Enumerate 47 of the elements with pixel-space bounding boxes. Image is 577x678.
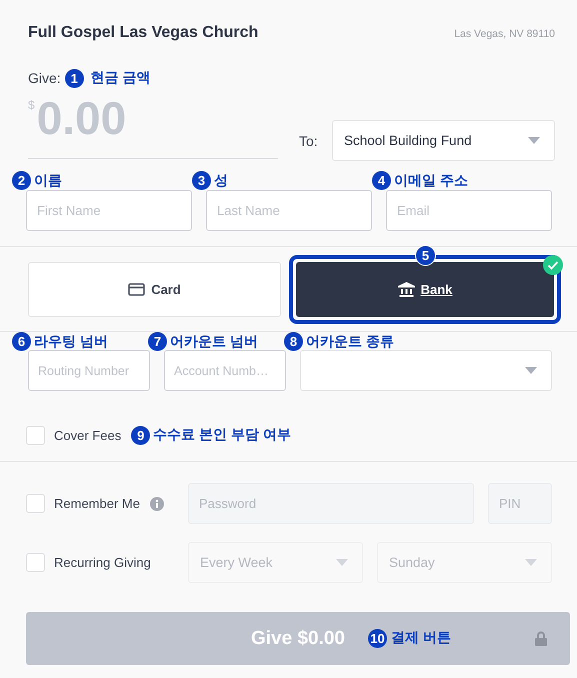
annotation-number: 3 (192, 171, 211, 190)
remember-me-label: Remember Me (54, 496, 140, 511)
currency-symbol: $ (28, 98, 35, 112)
bank-icon (398, 282, 415, 297)
annotation-label: 수수료 본인 부담 여부 (153, 426, 291, 444)
checkbox[interactable] (26, 553, 45, 572)
checkbox[interactable] (26, 426, 45, 444)
give-label: Give: (28, 70, 61, 86)
card-icon (128, 283, 146, 296)
cover-fees-label: Cover Fees (54, 428, 122, 442)
annotation-label: 성 (214, 172, 228, 190)
recurring-giving-label: Recurring Giving (54, 555, 151, 570)
annotation-label: 라우팅 넘버 (34, 332, 108, 350)
annotation-number: 4 (372, 171, 391, 190)
text-field[interactable]: Email (386, 190, 552, 231)
annotation-number: 5 (415, 245, 436, 266)
account-type-dropdown[interactable] (300, 350, 552, 391)
fund-dropdown[interactable]: School Building Fund (332, 120, 555, 161)
annotation-label: 어카운트 종류 (306, 332, 394, 350)
card-button[interactable]: Card (28, 262, 281, 317)
annotation-label: 이메일 주소 (394, 172, 468, 190)
annotation-number: 1 (64, 68, 84, 88)
church-name: Full Gospel Las Vegas Church (28, 24, 258, 42)
church-location: Las Vegas, NV 89110 (454, 28, 555, 40)
text-field[interactable]: First Name (26, 190, 192, 231)
info-icon[interactable] (150, 496, 164, 510)
annotation-number: 8 (284, 332, 303, 351)
annotation-number: 6 (12, 332, 31, 351)
caret-icon (525, 367, 537, 374)
bank-button[interactable]: Bank (296, 262, 554, 317)
to-label: To: (299, 132, 319, 148)
annotation-label: 이름 (34, 172, 62, 190)
checkbox[interactable] (26, 494, 45, 513)
text-field[interactable]: Routing Number (28, 350, 150, 391)
check-icon (543, 255, 563, 275)
annotation-number: 7 (148, 332, 167, 351)
annotation-label: 결제 버튼 (391, 629, 451, 647)
caret-icon (528, 137, 540, 144)
annotation-label: 현금 금액 (90, 69, 151, 87)
caret-icon (336, 559, 348, 566)
lock-icon (535, 631, 547, 646)
text-field[interactable]: Last Name (206, 190, 372, 231)
annotation-label: 어카운트 넘버 (170, 332, 258, 350)
caret-icon (525, 559, 537, 566)
annotation-number: 9 (131, 426, 150, 444)
annotation-number: 2 (12, 171, 31, 190)
text-field[interactable]: Account Numb… (164, 350, 286, 391)
